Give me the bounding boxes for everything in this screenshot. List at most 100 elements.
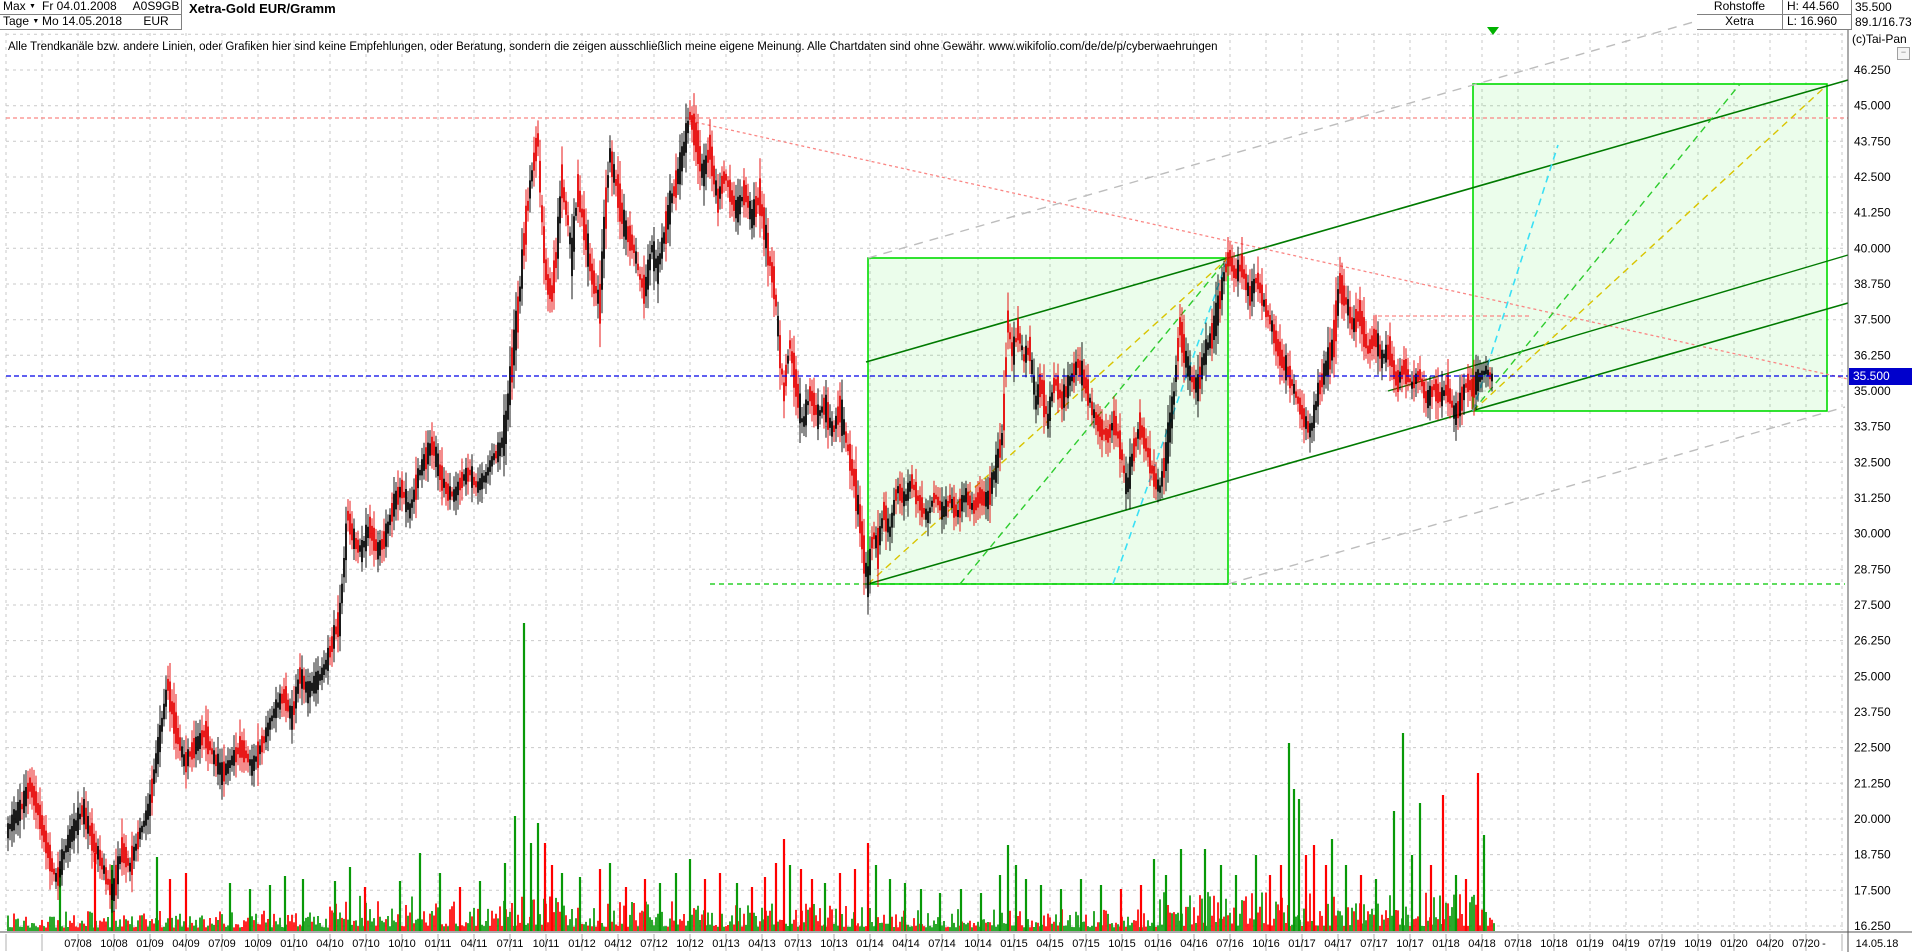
x-axis-label: 07/08 (64, 938, 92, 950)
x-axis-label: 01/17 (1288, 938, 1316, 950)
x-axis-label: 14.05.18 (1856, 938, 1899, 950)
x-axis-label: - (1822, 938, 1826, 950)
x-axis-label: 04/10 (316, 938, 344, 950)
x-axis-label: 07/12 (640, 938, 668, 950)
chevron-down-icon: ▼ (29, 3, 36, 10)
x-axis-label: 01/09 (136, 938, 164, 950)
y-axis-label: 25.000 (1854, 669, 1891, 683)
x-axis-label: 10/12 (676, 938, 704, 950)
x-axis-label: 07/19 (1648, 938, 1676, 950)
x-axis-label: 01/15 (1000, 938, 1028, 950)
y-axis-label: 27.500 (1854, 598, 1891, 612)
y-axis-label: 21.250 (1854, 776, 1891, 790)
x-axis-label: 07/16 (1216, 938, 1244, 950)
end-date: Mo 14.05.2018 (38, 15, 135, 30)
x-axis-label: 01/14 (856, 938, 884, 950)
chart-window: 07/08 10/08 01/09 04/09 07/09 10/09 01/10 04/10… (0, 0, 1912, 952)
category-label: Rohstoffe (1697, 0, 1783, 15)
x-axis-label: 04/15 (1036, 938, 1064, 950)
x-axis-label: 04/19 (1612, 938, 1640, 950)
x-axis-label: 01/20 (1720, 938, 1748, 950)
y-axis-label: 45.000 (1854, 99, 1891, 113)
y-axis-label: 33.750 (1854, 420, 1891, 434)
x-axis-label: 10/14 (964, 938, 992, 950)
disclaimer-text: Alle Trendkanäle bzw. andere Linien, ode… (8, 41, 1218, 53)
x-axis-label: 10/16 (1252, 938, 1280, 950)
low-value: L: 16.960 (1783, 15, 1852, 30)
x-axis-label: 01/11 (425, 938, 452, 950)
y-axis-label: 20.000 (1854, 812, 1891, 826)
x-axis-label: 04/13 (748, 938, 776, 950)
high-value: H: 44.560 (1783, 0, 1852, 15)
x-axis-label: 01/13 (712, 938, 740, 950)
y-axis-label: 32.500 (1854, 455, 1891, 469)
x-axis-label: 10/13 (820, 938, 848, 950)
x-axis-label: 04/14 (892, 938, 920, 950)
y-axis-label: 35.000 (1854, 384, 1891, 398)
candle-bodies-down (22, 112, 1490, 896)
y-axis-label: 37.500 (1854, 313, 1891, 327)
x-axis-label: 07/14 (928, 938, 956, 950)
start-date: Fr 04.01.2008 (38, 0, 135, 15)
current-price-tag: 35.500 (1849, 368, 1912, 385)
y-axis-label: 31.250 (1854, 491, 1891, 505)
y-axis-label: 43.750 (1854, 134, 1891, 148)
y-axis-label: 46.250 (1854, 63, 1891, 77)
indicator-value: 89.1/16.73 (1855, 16, 1912, 29)
x-axis-label: 10/09 (244, 938, 272, 950)
x-axis-label: 10/10 (388, 938, 416, 950)
x-axis-label: 04/09 (172, 938, 200, 950)
y-axis-label: 18.750 (1854, 848, 1891, 862)
range-dropdown-label: Max (3, 0, 26, 13)
x-axis-label: 01/12 (568, 938, 596, 950)
x-axis-label: 04/11 (461, 938, 488, 950)
x-axis-label: 04/18 (1468, 938, 1496, 950)
x-axis-label: 07/10 (352, 938, 380, 950)
period-dropdown[interactable]: Tage ▼ (0, 15, 41, 30)
x-axis-label: 04/16 (1180, 938, 1208, 950)
x-axis-label: 04/20 (1756, 938, 1784, 950)
last-price-header: 35.500 (1855, 1, 1892, 14)
y-axis-label: 38.750 (1854, 277, 1891, 291)
copyright-label: (c)Tai-Pan (1852, 32, 1907, 46)
x-axis-label: 10/17 (1396, 938, 1424, 950)
x-axis-label: 07/20 (1792, 938, 1820, 950)
x-axis-label: 01/18 (1432, 938, 1460, 950)
chart-area[interactable]: 07/08 10/08 01/09 04/09 07/09 10/09 01/10 04/10… (0, 0, 1912, 952)
x-axis-label: 07/17 (1360, 938, 1388, 950)
x-axis-label: 07/18 (1504, 938, 1532, 950)
y-axis-label: 17.500 (1854, 883, 1891, 897)
wkn-code: A0S9GB (131, 0, 182, 15)
x-axis-label: 01/10 (280, 938, 308, 950)
x-axis-label: 07/11 (497, 938, 524, 950)
gray-channel-lower (1228, 407, 1845, 584)
range-dropdown[interactable]: Max ▼ (0, 0, 41, 15)
collapse-panel-icon[interactable]: − (1897, 47, 1910, 60)
y-axis-label: 23.750 (1854, 705, 1891, 719)
x-axis-label: 01/16 (1144, 938, 1172, 950)
instrument-title: Xetra-Gold EUR/Gramm (183, 1, 342, 16)
x-axis-label: 10/18 (1540, 938, 1568, 950)
y-axis-label: 28.750 (1854, 562, 1891, 576)
y-axis-label: 36.250 (1854, 348, 1891, 362)
exchange-label: Xetra (1697, 15, 1783, 30)
y-axis-label: 26.250 (1854, 634, 1891, 648)
x-axis-label: 10/15 (1108, 938, 1136, 950)
x-axis-label: 10/19 (1684, 938, 1712, 950)
y-axis-label: 41.250 (1854, 206, 1891, 220)
x-axis-label: 07/15 (1072, 938, 1100, 950)
candle-bodies-up (8, 121, 1492, 901)
y-axis-label: 16.250 (1854, 919, 1891, 933)
x-axis-label: 07/13 (784, 938, 812, 950)
y-axis-label: 22.500 (1854, 741, 1891, 755)
x-axis-label: 01/19 (1576, 938, 1604, 950)
x-axis-label: 04/12 (604, 938, 632, 950)
currency: EUR (131, 15, 182, 30)
y-axis-label: 30.000 (1854, 527, 1891, 541)
y-axis-label: 40.000 (1854, 241, 1891, 255)
x-axis-label: 07/09 (208, 938, 236, 950)
y-axis-label: 42.500 (1854, 170, 1891, 184)
x-axis-label: 10/08 (100, 938, 128, 950)
x-axis-label: 04/17 (1324, 938, 1352, 950)
x-axis-label: 10/11 (533, 938, 560, 950)
